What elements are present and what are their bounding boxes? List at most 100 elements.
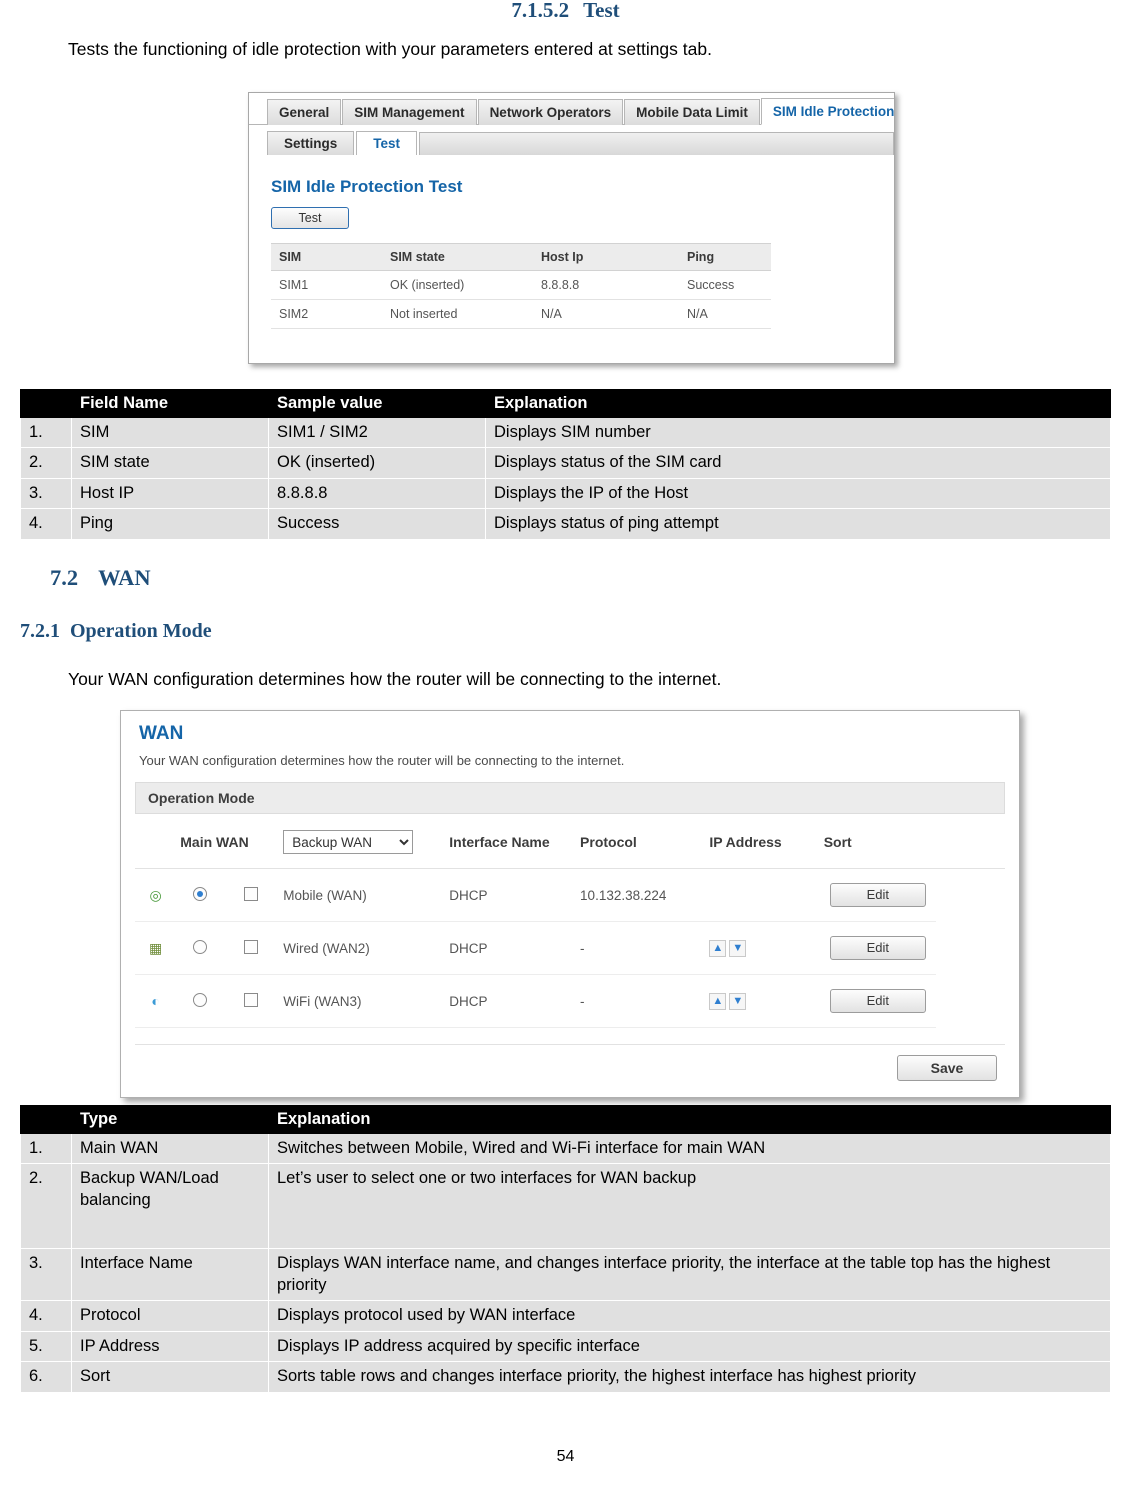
cell-index: 4.: [21, 1301, 72, 1331]
screenshot-sim-idle-protection-test: General SIM Management Network Operators…: [248, 92, 895, 364]
table-row: 2. SIM state OK (inserted) Displays stat…: [21, 448, 1111, 478]
table-row: SIM2 Not inserted N/A N/A: [271, 300, 771, 329]
heading-7-2-1-title: Operation Mode: [70, 620, 212, 642]
cell-field-name: SIM state: [72, 448, 269, 478]
table-row: 3. Host IP 8.8.8.8 Displays the IP of th…: [21, 478, 1111, 508]
main-wan-radio-cell-wifi[interactable]: [176, 975, 223, 1028]
header-ip-address: IP Address: [705, 814, 819, 869]
tab-mobile-data-limit[interactable]: Mobile Data Limit: [624, 99, 760, 125]
sort-down-icon[interactable]: ▼: [729, 993, 746, 1010]
edit-cell-wifi[interactable]: Edit: [820, 975, 936, 1028]
sim-cell: Success: [679, 271, 771, 300]
heading-7-2-number: 7.2: [50, 565, 78, 590]
cell-index: 2.: [21, 448, 72, 478]
cell-sort-wired[interactable]: ▲▼: [705, 922, 819, 975]
cell-explanation: Displays protocol used by WAN interface: [269, 1301, 1111, 1331]
cell-index: 3.: [21, 478, 72, 508]
sim-subtabbar: Settings Test: [249, 125, 894, 155]
backup-wan-select[interactable]: Backup WAN Load balancing: [283, 830, 413, 854]
tab-general[interactable]: General: [267, 99, 341, 125]
backup-wan-checkbox-mobile[interactable]: [244, 887, 258, 901]
header-main-wan: Main WAN: [176, 814, 279, 869]
heading-7-2: 7.2WAN: [50, 565, 151, 591]
cell-ip-address: -: [576, 975, 705, 1028]
backup-wan-checkbox-cell-mobile[interactable]: [224, 869, 280, 922]
cell-sort-mobile: [705, 869, 819, 922]
wan-header-row: Main WAN Backup WAN Load balancing Inter…: [135, 814, 1005, 869]
table-row: 3. Interface Name Displays WAN interface…: [21, 1249, 1111, 1301]
wan-panel-title: WAN: [139, 723, 1019, 745]
backup-wan-checkbox-cell-wired[interactable]: [224, 922, 280, 975]
main-wan-radio-cell-wired[interactable]: [176, 922, 223, 975]
table-row: ◐ WiFi (WAN3) DHCP - ▲▼ Edit: [135, 975, 1005, 1028]
sort-up-icon[interactable]: ▲: [709, 940, 726, 957]
table-row: ▦ Wired (WAN2) DHCP - ▲▼ Edit: [135, 922, 1005, 975]
sim-cell: SIM1: [271, 271, 382, 300]
sim-status-header-row: SIM SIM state Host Ip Ping: [271, 244, 771, 271]
main-wan-radio-wired[interactable]: [193, 940, 207, 954]
tab-sim-idle-protection[interactable]: SIM Idle Protection: [761, 98, 895, 125]
header-icon: [135, 814, 176, 869]
wan-panel-subtitle: Your WAN configuration determines how th…: [139, 753, 1019, 768]
header-index: [21, 390, 72, 418]
backup-wan-checkbox-cell-wifi[interactable]: [224, 975, 280, 1028]
sim-col-ping: Ping: [679, 244, 771, 271]
table-header-row: Field Name Sample value Explanation: [21, 390, 1111, 418]
operation-mode-section-label: Operation Mode: [135, 782, 1005, 814]
test-button[interactable]: Test: [271, 207, 349, 229]
sim-cell: SIM2: [271, 300, 382, 329]
subtab-settings[interactable]: Settings: [267, 131, 354, 155]
heading-7-1-5-2: 7.1.5.2Test: [0, 0, 1131, 23]
table-row: SIM1 OK (inserted) 8.8.8.8 Success: [271, 271, 771, 300]
edit-cell-mobile[interactable]: Edit: [820, 869, 936, 922]
cell-explanation: Displays status of ping attempt: [486, 509, 1111, 539]
cell-interface-name: Wired (WAN2): [279, 922, 445, 975]
main-wan-radio-wifi[interactable]: [193, 993, 207, 1007]
edit-button-wired[interactable]: Edit: [830, 936, 926, 960]
cell-interface-name: WiFi (WAN3): [279, 975, 445, 1028]
save-button[interactable]: Save: [897, 1055, 997, 1081]
header-sort: Sort: [820, 814, 936, 869]
cell-field-name: Host IP: [72, 478, 269, 508]
table-row: 2. Backup WAN/Load balancing Let’s user …: [21, 1164, 1111, 1249]
sim-cell: OK (inserted): [382, 271, 533, 300]
sort-down-icon[interactable]: ▼: [729, 940, 746, 957]
tab-sim-management[interactable]: SIM Management: [342, 99, 476, 125]
sort-up-icon[interactable]: ▲: [709, 993, 726, 1010]
header-edit: [936, 814, 1005, 869]
sim-col-sim: SIM: [271, 244, 382, 271]
cell-index: 1.: [21, 1134, 72, 1164]
edit-button-mobile[interactable]: Edit: [830, 883, 926, 907]
backup-wan-checkbox-wifi[interactable]: [244, 993, 258, 1007]
sim-col-hostip: Host Ip: [533, 244, 679, 271]
cell-type: IP Address: [72, 1331, 269, 1361]
cell-protocol: DHCP: [445, 975, 576, 1028]
main-wan-radio-cell-mobile[interactable]: [176, 869, 223, 922]
tab-network-operators[interactable]: Network Operators: [478, 99, 624, 125]
wan-interfaces-table: Main WAN Backup WAN Load balancing Inter…: [135, 814, 1005, 1028]
sim-cell: N/A: [533, 300, 679, 329]
cell-index: 2.: [21, 1164, 72, 1249]
cell-sort-wifi[interactable]: ▲▼: [705, 975, 819, 1028]
subtab-test[interactable]: Test: [356, 131, 417, 155]
cell-index: 4.: [21, 509, 72, 539]
wan-footer: [135, 1044, 1005, 1089]
table-row: 1. SIM SIM1 / SIM2 Displays SIM number: [21, 418, 1111, 448]
paragraph-test-intro: Tests the functioning of idle protection…: [68, 38, 712, 62]
backup-wan-checkbox-wired[interactable]: [244, 940, 258, 954]
header-protocol: Protocol: [576, 814, 705, 869]
cell-ip-address: 10.132.38.224: [576, 869, 705, 922]
edit-button-wifi[interactable]: Edit: [830, 989, 926, 1013]
main-wan-radio-mobile[interactable]: [193, 887, 207, 901]
table-row: ◎ Mobile (WAN) DHCP 10.132.38.224 Edit: [135, 869, 1005, 922]
heading-7-1-5-2-number: 7.1.5.2: [511, 0, 569, 22]
cell-type: Main WAN: [72, 1134, 269, 1164]
cell-type: Backup WAN/Load balancing: [72, 1164, 269, 1249]
page-number: 54: [0, 1448, 1131, 1466]
screenshot-wan-operation-mode: WAN Your WAN configuration determines ho…: [120, 710, 1020, 1098]
document-page: 7.1.5.2Test Tests the functioning of idl…: [0, 0, 1131, 1507]
cell-ip-address: -: [576, 922, 705, 975]
sim-tabbar: General SIM Management Network Operators…: [249, 93, 894, 125]
table-row: 5. IP Address Displays IP address acquir…: [21, 1331, 1111, 1361]
edit-cell-wired[interactable]: Edit: [820, 922, 936, 975]
